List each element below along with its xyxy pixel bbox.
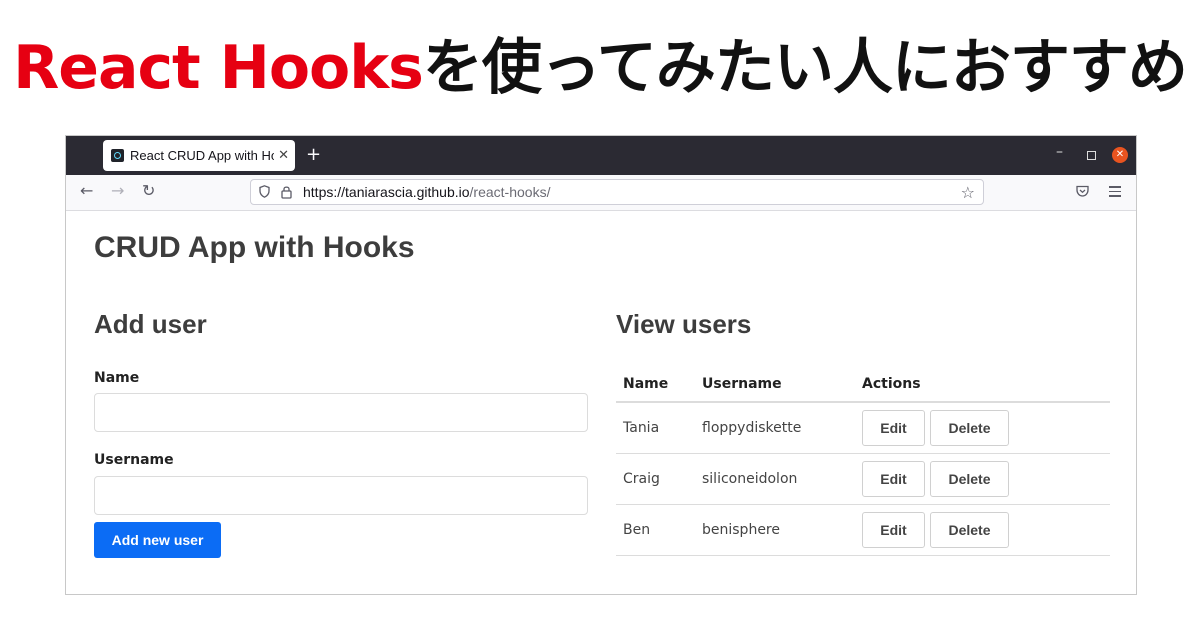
table-row: Ben benisphere Edit Delete [616, 504, 1110, 556]
url-text[interactable]: https://taniarascia.github.io/react-hook… [303, 184, 550, 200]
headline: React Hooksを使ってみたい人におすすめ [0, 28, 1200, 108]
page-content: CRUD App with Hooks Add user Name Userna… [66, 211, 1136, 594]
table-header-row: Name Username Actions [616, 367, 1110, 403]
browser-window: React CRUD App with Hooks ✕ + – ✕ ← → ↻ … [65, 135, 1137, 595]
address-bar[interactable]: https://taniarascia.github.io/react-hook… [250, 179, 984, 205]
hamburger-menu-icon[interactable] [1109, 186, 1121, 200]
minimize-icon[interactable]: – [1056, 144, 1063, 160]
users-table: Name Username Actions Tania floppydisket… [616, 367, 1110, 556]
column-header-name: Name [616, 367, 695, 403]
url-host: https://taniarascia.github.io [303, 184, 470, 200]
reload-icon[interactable]: ↻ [142, 182, 155, 200]
actions-cell: Edit Delete [855, 453, 1110, 505]
new-tab-button[interactable]: + [306, 145, 321, 165]
delete-button[interactable]: Delete [930, 410, 1009, 446]
navigation-toolbar: ← → ↻ https://taniarascia.github.io/reac… [66, 175, 1136, 211]
headline-text: を使ってみたい人におすすめ [422, 33, 1188, 103]
page-title: CRUD App with Hooks [94, 231, 415, 264]
react-favicon-icon [111, 149, 124, 162]
back-arrow-icon[interactable]: ← [80, 182, 93, 200]
headline-highlight: React Hooks [13, 33, 424, 103]
tab-bar: React CRUD App with Hooks ✕ + – ✕ [66, 136, 1136, 175]
tab-title: React CRUD App with Hooks [130, 148, 274, 163]
edit-button[interactable]: Edit [862, 410, 925, 446]
shield-icon[interactable] [259, 185, 270, 198]
username-label: Username [94, 452, 174, 468]
user-name-cell: Ben [616, 504, 695, 556]
user-username-cell: floppydiskette [695, 402, 855, 454]
actions-cell: Edit Delete [855, 402, 1110, 454]
lock-icon[interactable] [281, 185, 292, 199]
bookmark-star-icon[interactable]: ☆ [961, 183, 975, 202]
column-header-actions: Actions [855, 367, 1110, 403]
maximize-icon[interactable] [1087, 151, 1096, 160]
name-label: Name [94, 370, 140, 386]
name-input[interactable] [94, 393, 588, 432]
user-name-cell: Tania [616, 402, 695, 454]
tab-react-crud-app[interactable]: React CRUD App with Hooks ✕ [103, 140, 295, 171]
url-path: /react-hooks/ [469, 184, 551, 200]
column-header-username: Username [695, 367, 855, 403]
user-name-cell: Craig [616, 453, 695, 505]
actions-cell: Edit Delete [855, 504, 1110, 556]
delete-button[interactable]: Delete [930, 461, 1009, 497]
add-user-heading: Add user [94, 309, 207, 339]
delete-button[interactable]: Delete [930, 512, 1009, 548]
table-row: Tania floppydiskette Edit Delete [616, 402, 1110, 454]
add-new-user-button[interactable]: Add new user [94, 522, 221, 558]
close-window-icon[interactable]: ✕ [1112, 147, 1128, 163]
forward-arrow-icon[interactable]: → [111, 182, 124, 200]
view-users-heading: View users [616, 309, 752, 339]
username-input[interactable] [94, 476, 588, 515]
table-row: Craig siliconeidolon Edit Delete [616, 453, 1110, 505]
pocket-icon[interactable] [1076, 185, 1089, 197]
tab-close-icon[interactable]: ✕ [278, 148, 289, 163]
user-username-cell: benisphere [695, 504, 855, 556]
edit-button[interactable]: Edit [862, 461, 925, 497]
edit-button[interactable]: Edit [862, 512, 925, 548]
user-username-cell: siliconeidolon [695, 453, 855, 505]
